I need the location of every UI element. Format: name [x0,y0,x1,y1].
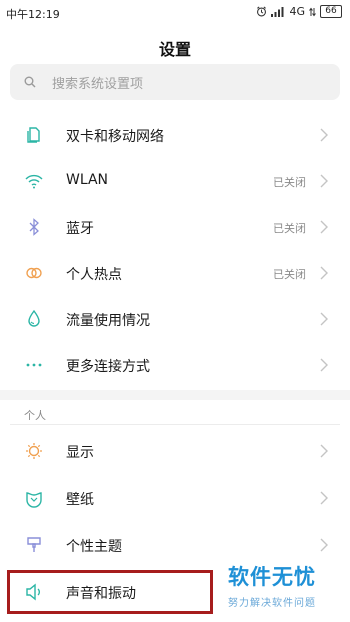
theme-brush-icon [27,537,41,552]
page-title: 设置 [158,40,191,59]
settings-item-theme[interactable]: 个性主题 [0,522,350,568]
settings-item-label: 流量使用情况 [66,313,150,329]
wallpaper-icon [26,492,42,508]
divider [10,424,340,425]
settings-item-label: WLAN [66,172,109,188]
settings-item-sim-network[interactable]: 双卡和移动网络 [0,112,350,158]
settings-item-more-connections[interactable]: 更多连接方式 [0,342,350,388]
settings-item-bluetooth[interactable]: 蓝牙 已关闭 [0,204,350,250]
chevron-right-icon [320,174,328,188]
search-placeholder: 搜索系统设置项 [52,76,144,92]
settings-item-label: 壁纸 [66,492,94,508]
chevron-right-icon [320,220,328,234]
settings-item-label: 个人热点 [66,267,122,283]
display-sun-icon [26,443,42,459]
status-bar: 中午12:19 4G 66 [0,0,350,26]
section-separator [0,390,350,400]
settings-item-display[interactable]: 显示 [0,428,350,474]
section-header-personal: 个人 [24,409,46,422]
settings-item-label: 蓝牙 [66,221,94,237]
watermark-subtitle: 努力解决软件问题 [228,598,316,609]
chevron-right-icon [320,312,328,326]
network-type: 4G [289,5,305,18]
alarm-icon [257,6,267,17]
status-time: 中午12:19 [6,8,60,21]
data-usage-icon [28,309,40,327]
wifi-icon [25,174,43,189]
settings-item-hotspot[interactable]: 个人热点 已关闭 [0,250,350,296]
bluetooth-icon [29,218,39,236]
chevron-right-icon [320,491,328,505]
settings-item-wlan[interactable]: WLAN 已关闭 [0,158,350,204]
hotspot-icon [26,267,42,279]
status-text: 已关闭 [273,222,306,235]
search-icon [24,76,36,88]
data-arrows-icon [309,7,316,16]
chevron-right-icon [320,266,328,280]
status-text: 已关闭 [273,176,306,189]
search-input[interactable]: 搜索系统设置项 [10,64,340,100]
settings-item-label: 双卡和移动网络 [66,129,164,145]
watermark-logo: 软件无忧 [228,565,316,589]
settings-item-label: 个性主题 [66,539,122,555]
settings-item-wallpaper[interactable]: 壁纸 [0,475,350,521]
status-text: 已关闭 [273,268,306,281]
chevron-right-icon [320,128,328,142]
sim-card-icon [27,127,40,143]
settings-item-label: 更多连接方式 [66,359,150,375]
settings-item-label: 显示 [66,445,94,461]
chevron-right-icon [320,444,328,458]
battery-icon: 66 [320,5,342,18]
chevron-right-icon [320,358,328,372]
signal-icon [271,6,284,17]
watermark: 软件无忧 努力解决软件问题 [228,566,348,609]
settings-item-data-usage[interactable]: 流量使用情况 [0,296,350,342]
highlight-annotation [7,570,213,614]
chevron-right-icon [320,538,328,552]
status-icons: 4G 66 [256,5,342,18]
more-dots-icon [26,363,42,367]
